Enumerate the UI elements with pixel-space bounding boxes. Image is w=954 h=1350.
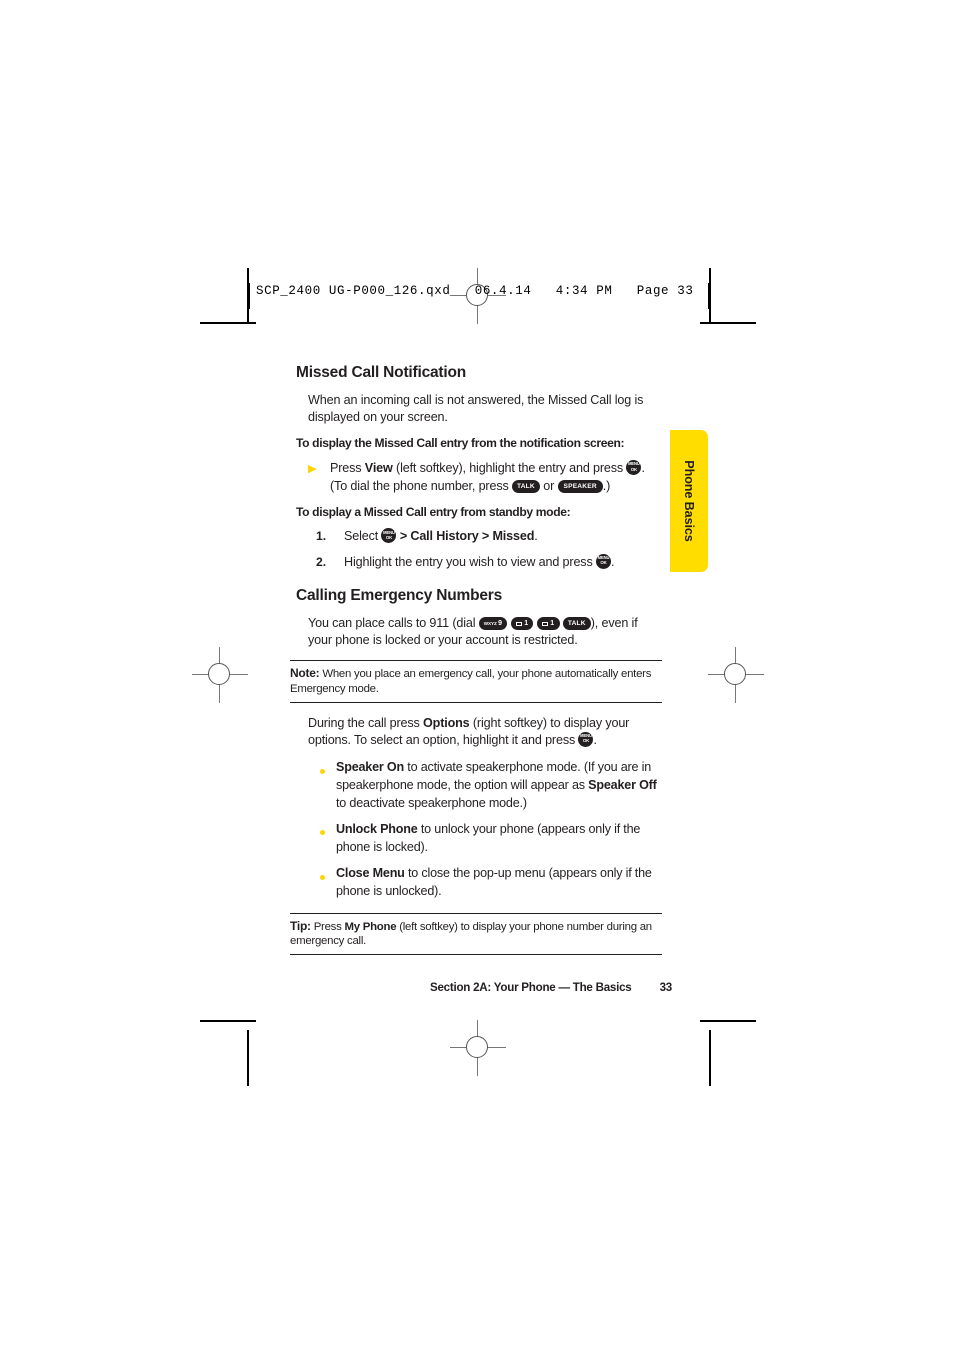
procedure-arrow-item: ▶ Press View (left softkey), highlight t… <box>296 459 662 496</box>
registration-mark-bottom <box>450 1020 506 1076</box>
step-1-text: Select MENU OK > Call History > Missed. <box>344 528 538 545</box>
menu-ok-key-top: MENU <box>628 461 640 467</box>
registration-mark-left <box>192 647 248 703</box>
heading-calling-emergency-numbers: Calling Emergency Numbers <box>296 587 503 605</box>
highlight-entry-text: (left softkey), highlight the entry and … <box>392 460 624 475</box>
voicemail-envelope-icon <box>541 621 548 626</box>
key-1-digit: 1 <box>550 620 555 628</box>
numbered-step-2: 2. Highlight the entry you wish to view … <box>296 553 662 571</box>
section-tab-phone-basics: Phone Basics <box>670 430 708 572</box>
option-bullet-unlock-phone: Unlock Phone to unlock your phone (appea… <box>296 821 662 856</box>
option-bullet-text: Unlock Phone to unlock your phone (appea… <box>336 821 662 856</box>
page-footer: Section 2A: Your Phone — The Basics 33 <box>430 981 680 994</box>
menu-ok-key-bottom: OK <box>385 535 393 540</box>
dot-bullet-icon <box>320 759 336 812</box>
menu-ok-key-icon: MENU OK <box>595 553 611 569</box>
menu-ok-key-bottom: OK <box>630 466 638 472</box>
key-9-icon: WXYZ 9 <box>478 617 508 631</box>
key-9-letters: WXYZ <box>483 620 497 626</box>
options-intro-prefix: During the call press <box>308 716 423 731</box>
section-tab-label: Phone Basics <box>682 460 696 542</box>
dot-bullet-icon <box>320 865 336 900</box>
emergency-intro: You can place calls to 911 (dial WXYZ 9 1… <box>296 615 662 648</box>
option-bullet-close-menu: Close Menu to close the pop-up menu (app… <box>296 865 662 900</box>
crop-mark-bottom-right-vertical <box>709 1030 711 1086</box>
step-2-text: Highlight the entry you wish to view and… <box>344 553 615 571</box>
option-bullet-speaker-on: Speaker On to activate speakerphone mode… <box>296 759 662 812</box>
talk-key-icon: TALK <box>562 617 591 631</box>
registration-mark-right <box>708 647 764 703</box>
close-paren-text: .) <box>602 478 611 493</box>
option-bullet-text: Close Menu to close the pop-up menu (app… <box>336 865 662 900</box>
page-content: Missed Call Notification When an incomin… <box>290 364 662 967</box>
step-1-number: 1. <box>316 529 327 544</box>
menu-ok-key-bottom: OK <box>600 560 607 566</box>
menu-path-call-history-missed: > Call History > Missed <box>399 529 535 544</box>
option-term: Speaker On <box>336 760 404 775</box>
crop-mark-bottom-right-horizontal <box>700 1020 756 1022</box>
heading-missed-call-notification: Missed Call Notification <box>296 364 467 381</box>
menu-ok-key-icon: MENU OK <box>626 459 642 475</box>
option-term-alt: Speaker Off <box>588 777 657 792</box>
footer-page-number: 33 <box>659 981 673 994</box>
missed-call-intro: When an incoming call is not answered, t… <box>308 393 644 424</box>
option-term: Close Menu <box>336 866 405 881</box>
softkey-options-label: Options <box>423 716 470 731</box>
step-2-period: . <box>610 554 615 569</box>
dot-bullet-icon <box>320 821 336 856</box>
key-9-digit: 9 <box>498 620 503 628</box>
crop-mark-bottom-left-vertical <box>247 1030 249 1086</box>
procedure-arrow-text: Press View (left softkey), highlight the… <box>330 459 662 496</box>
options-intro-period: . <box>593 732 597 747</box>
tip-text-prefix: Press <box>313 920 345 933</box>
step-1-period: . <box>534 529 538 544</box>
menu-ok-key-icon: MENU OK <box>578 731 594 747</box>
press-text: Press <box>330 460 365 475</box>
voicemail-envelope-icon <box>515 621 522 626</box>
speaker-key-icon: SPEAKER <box>557 479 603 493</box>
option-bullet-text: Speaker On to activate speakerphone mode… <box>336 759 662 812</box>
menu-ok-key-bottom: OK <box>582 738 590 744</box>
arrow-bullet-icon: ▶ <box>308 462 317 475</box>
option-term: Unlock Phone <box>336 822 418 837</box>
key-1-icon: 1 <box>510 617 534 631</box>
softkey-view-label: View <box>364 460 393 475</box>
lead-in-notification-screen: To display the Missed Call entry from th… <box>296 436 625 451</box>
key-1-digit: 1 <box>524 620 529 628</box>
numbered-step-1: 1. Select MENU OK > Call History > Missed… <box>296 528 662 545</box>
manual-page: SCP_2400 UG-P000_126.qxd 06.4.14 4:34 PM… <box>0 0 954 1350</box>
note-callout: Note: When you place an emergency call, … <box>290 660 662 704</box>
talk-key-icon: TALK <box>511 479 540 493</box>
select-text: Select <box>344 529 379 544</box>
crop-mark-bottom-left-horizontal <box>200 1020 256 1022</box>
tip-label: Tip: <box>290 918 311 933</box>
emergency-intro-prefix: You can place calls to 911 (dial <box>308 616 476 631</box>
options-intro: During the call press Options (right sof… <box>296 715 662 748</box>
or-text: or <box>543 478 555 493</box>
step-2-number: 2. <box>316 554 327 569</box>
option-desc-part2: to deactivate speakerphone mode.) <box>336 795 527 810</box>
lead-in-standby-mode: To display a Missed Call entry from stan… <box>296 504 571 519</box>
note-text: When you place an emergency call, your p… <box>290 668 652 696</box>
highlight-view-text: Highlight the entry you wish to view and… <box>344 554 593 569</box>
print-slug-text: SCP_2400 UG-P000_126.qxd 06.4.14 4:34 PM… <box>256 284 694 298</box>
menu-ok-key-icon: MENU OK <box>381 528 397 544</box>
tip-callout: Tip: Press My Phone (left softkey) to di… <box>290 912 662 956</box>
softkey-my-phone-label: My Phone <box>344 920 397 933</box>
note-label: Note: <box>290 666 320 681</box>
key-1-icon: 1 <box>536 617 560 631</box>
footer-section-title: Section 2A: Your Phone — The Basics <box>430 981 632 994</box>
